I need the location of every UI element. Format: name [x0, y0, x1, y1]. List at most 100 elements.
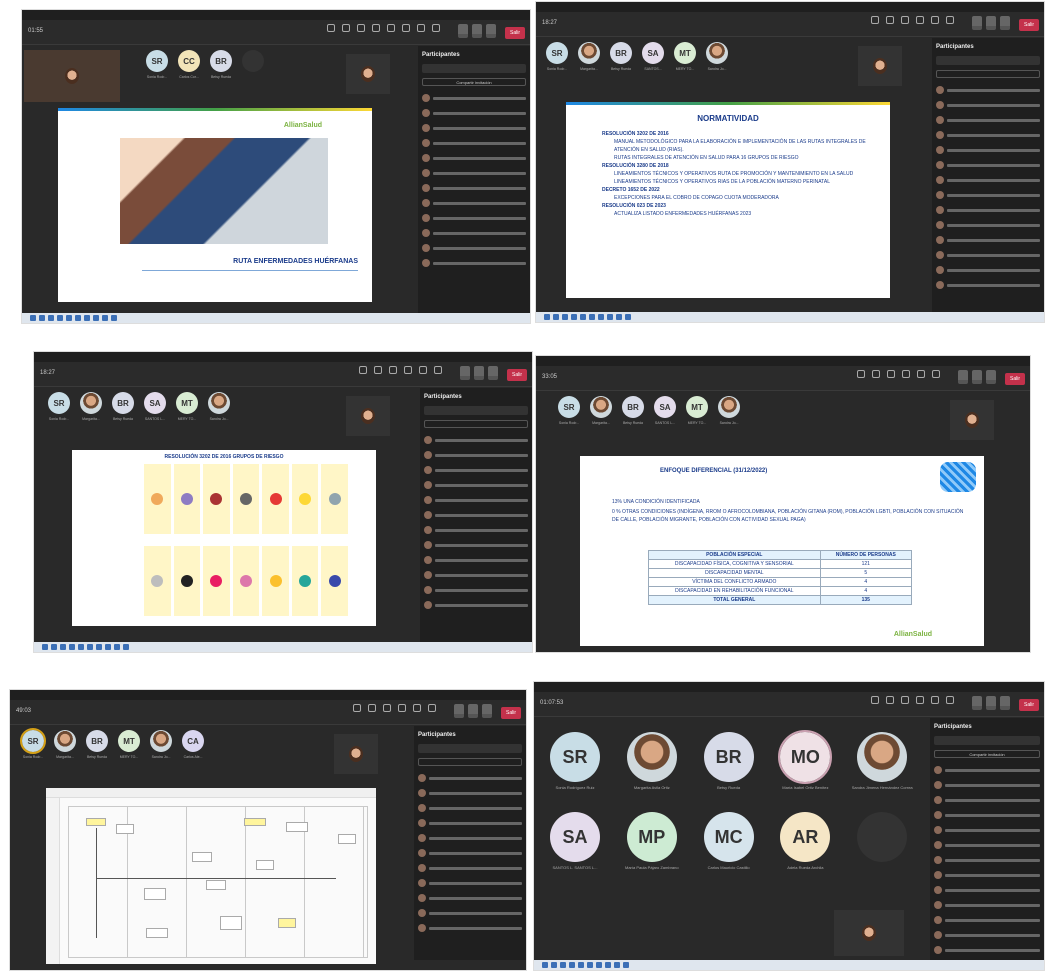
participant-row[interactable] [418, 922, 522, 934]
camera-button[interactable] [972, 16, 982, 30]
participant-tile[interactable]: BR Betsy Rueda [208, 50, 234, 79]
camera-button[interactable] [972, 696, 982, 710]
participant-tile[interactable]: MT MERY TO... [116, 730, 142, 759]
participant-row[interactable] [934, 854, 1040, 866]
search-input[interactable] [936, 56, 1040, 65]
participant-row[interactable] [936, 204, 1040, 216]
flow-node[interactable] [144, 888, 166, 900]
participant-tile[interactable]: Margarita... [576, 42, 602, 71]
view-button[interactable] [929, 696, 941, 712]
more-button[interactable] [944, 16, 956, 32]
participant-row[interactable] [422, 167, 526, 179]
camera-button[interactable] [460, 366, 470, 380]
participant-tile[interactable]: SA SANTOS L... [142, 392, 168, 421]
participant-row[interactable] [934, 929, 1040, 941]
participant-row[interactable] [418, 907, 522, 919]
chat-button[interactable] [855, 370, 867, 386]
raise-hand-button[interactable] [387, 366, 399, 382]
participant-row[interactable] [424, 599, 528, 611]
participant-tile[interactable]: SR Sonia Rodr... [20, 728, 46, 759]
participant-row[interactable] [418, 802, 522, 814]
react-button[interactable] [396, 704, 408, 720]
camera-button[interactable] [958, 370, 968, 384]
participant-row[interactable] [422, 212, 526, 224]
participant-row[interactable] [424, 449, 528, 461]
flow-node[interactable] [286, 822, 308, 832]
participant-tile[interactable]: Margarita... [588, 396, 614, 425]
share-invite-button[interactable] [936, 70, 1040, 78]
participant-row[interactable] [936, 99, 1040, 111]
raise-hand-button[interactable] [899, 696, 911, 712]
participant-row[interactable] [422, 152, 526, 164]
participant-tile[interactable]: Sandra Jo... [716, 396, 742, 425]
participant-tile[interactable]: SR Sonia Rodr... [544, 42, 570, 71]
participant-row[interactable] [418, 892, 522, 904]
participant-row[interactable] [418, 832, 522, 844]
flow-node[interactable] [206, 880, 226, 890]
flow-node[interactable] [86, 818, 106, 826]
more-button[interactable] [432, 366, 444, 382]
participant-tile[interactable]: SA SANTOS L... [652, 396, 678, 425]
participant-tile[interactable]: CC Carlos Cor... [176, 50, 202, 79]
react-button[interactable] [914, 16, 926, 32]
camera-button[interactable] [454, 704, 464, 718]
participant-tile[interactable]: MC Carlos Mauricio Castillo [694, 812, 764, 870]
participant-row[interactable] [424, 479, 528, 491]
share-button[interactable] [486, 24, 496, 38]
chat-button[interactable] [325, 24, 337, 40]
apps-button[interactable] [415, 24, 427, 40]
mic-button[interactable] [986, 696, 996, 710]
mic-button[interactable] [972, 370, 982, 384]
participant-tile[interactable]: AR Adela Rueda Archila [770, 812, 840, 870]
participant-row[interactable] [934, 779, 1040, 791]
participant-row[interactable] [934, 869, 1040, 881]
notes-button[interactable] [400, 24, 412, 40]
participant-row[interactable] [424, 539, 528, 551]
raise-hand-button[interactable] [885, 370, 897, 386]
participant-tile[interactable]: Margarita... [78, 392, 104, 421]
participant-row[interactable] [936, 84, 1040, 96]
mic-button[interactable] [474, 366, 484, 380]
share-invite-button[interactable]: Compartir invitación [934, 750, 1040, 758]
participant-tile[interactable]: Sandra Jo... [148, 730, 174, 759]
participant-tile[interactable]: Sandra Jo... [206, 392, 232, 421]
participant-tile[interactable] [847, 812, 917, 870]
participant-row[interactable] [422, 92, 526, 104]
participant-row[interactable] [424, 434, 528, 446]
people-button[interactable] [870, 370, 882, 386]
people-button[interactable] [884, 16, 896, 32]
participant-row[interactable] [936, 249, 1040, 261]
view-button[interactable] [411, 704, 423, 720]
people-button[interactable] [366, 704, 378, 720]
participant-row[interactable] [936, 189, 1040, 201]
search-input[interactable] [418, 744, 522, 753]
participant-tile[interactable]: BR Betsy Rueda [110, 392, 136, 421]
more-button[interactable] [930, 370, 942, 386]
participant-tile[interactable]: SR Sonia Rodr... [144, 50, 170, 79]
participant-tile[interactable]: BR Betsy Rueda [608, 42, 634, 71]
participant-row[interactable] [424, 569, 528, 581]
leave-button[interactable]: Salir [504, 27, 525, 39]
participant-tile[interactable]: SR Sonia Rodr... [46, 392, 72, 421]
flow-node[interactable] [256, 860, 274, 870]
flow-node[interactable] [278, 918, 296, 928]
react-button[interactable] [900, 370, 912, 386]
flow-node[interactable] [192, 852, 212, 862]
participant-row[interactable] [424, 494, 528, 506]
more-button[interactable] [944, 696, 956, 712]
participant-row[interactable] [936, 159, 1040, 171]
participant-row[interactable] [424, 554, 528, 566]
more-button[interactable] [426, 704, 438, 720]
participant-tile[interactable]: MP María Paula Pájaro Zambrano [617, 812, 687, 870]
share-button[interactable] [1000, 696, 1010, 710]
search-input[interactable] [424, 406, 528, 415]
participant-row[interactable] [934, 884, 1040, 896]
flow-node[interactable] [244, 818, 266, 826]
participant-tile[interactable]: BR Betsy Rueda [694, 732, 764, 790]
participant-row[interactable] [934, 794, 1040, 806]
react-button[interactable] [370, 24, 382, 40]
participant-row[interactable] [424, 524, 528, 536]
camera-button[interactable] [458, 24, 468, 38]
chat-button[interactable] [869, 696, 881, 712]
react-button[interactable] [914, 696, 926, 712]
